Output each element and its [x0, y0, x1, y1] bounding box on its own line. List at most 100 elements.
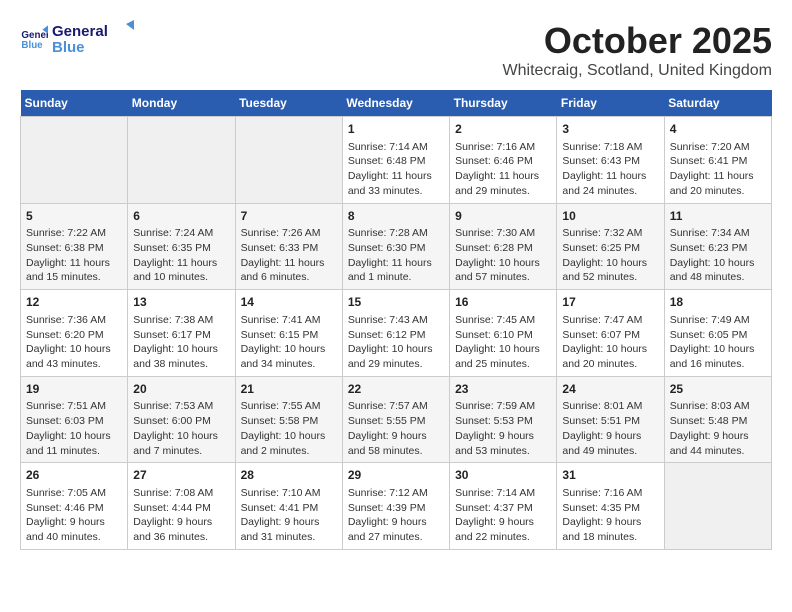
calendar-cell: 6Sunrise: 7:24 AM Sunset: 6:35 PM Daylig…: [128, 203, 235, 290]
day-info: Sunrise: 7:24 AM Sunset: 6:35 PM Dayligh…: [133, 226, 229, 285]
calendar-cell: 22Sunrise: 7:57 AM Sunset: 5:55 PM Dayli…: [342, 376, 449, 463]
day-number: 14: [241, 294, 337, 311]
calendar-cell: 1 Sunrise: 7:14 AM Sunset: 6:48 PM Daylig…: [342, 117, 449, 204]
day-info: Sunrise: 7:49 AM Sunset: 6:05 PM Dayligh…: [670, 313, 766, 372]
calendar-cell: 15 Sunrise: 7:43 AM Sunset: 6:12 PM Dayli…: [342, 290, 449, 377]
calendar-cell: 27 Sunrise: 7:08 AM Sunset: 4:44 PM Dayli…: [128, 463, 235, 550]
title-block: October 2025 Whitecraig, Scotland, Unite…: [503, 20, 772, 80]
day-info: Sunrise: 7:38 AM Sunset: 6:17 PM Dayligh…: [133, 313, 229, 372]
day-info: Sunrise: 8:01 AM Sunset: 5:51 PM Dayligh…: [562, 399, 658, 458]
day-number: 11: [670, 208, 766, 225]
day-info: Sunrise: 7:12 AM Sunset: 4:39 PM Dayligh…: [348, 486, 444, 545]
day-number: 12: [26, 294, 122, 311]
day-info: Sunrise: 8:03 AM Sunset: 5:48 PM Dayligh…: [670, 399, 766, 458]
day-info: Sunrise: 7:08 AM Sunset: 4:44 PM Dayligh…: [133, 486, 229, 545]
calendar-cell: 17 Sunrise: 7:47 AM Sunset: 6:07 PM Dayli…: [557, 290, 664, 377]
day-number: 26: [26, 467, 122, 484]
calendar-cell: 25Sunrise: 8:03 AM Sunset: 5:48 PM Dayli…: [664, 376, 771, 463]
weekday-header-thursday: Thursday: [450, 90, 557, 117]
logo-graphic: General Blue: [52, 20, 142, 56]
day-info: Sunrise: 7:14 AM Sunset: 6:48 PM Dayligh…: [348, 140, 444, 199]
calendar-cell: 28 Sunrise: 7:10 AM Sunset: 4:41 PM Dayli…: [235, 463, 342, 550]
calendar-cell: [664, 463, 771, 550]
calendar-week-3: 12 Sunrise: 7:36 AM Sunset: 6:20 PM Dayli…: [21, 290, 772, 377]
day-number: 20: [133, 381, 229, 398]
day-number: 3: [562, 121, 658, 138]
day-number: 7: [241, 208, 337, 225]
calendar-table: SundayMondayTuesdayWednesdayThursdayFrid…: [20, 90, 772, 550]
day-number: 5: [26, 208, 122, 225]
day-number: 30: [455, 467, 551, 484]
day-info: Sunrise: 7:16 AM Sunset: 4:35 PM Dayligh…: [562, 486, 658, 545]
day-number: 8: [348, 208, 444, 225]
day-number: 16: [455, 294, 551, 311]
svg-text:Blue: Blue: [52, 39, 85, 56]
day-number: 9: [455, 208, 551, 225]
calendar-cell: 26Sunrise: 7:05 AM Sunset: 4:46 PM Dayli…: [21, 463, 128, 550]
day-number: 17: [562, 294, 658, 311]
day-info: Sunrise: 7:59 AM Sunset: 5:53 PM Dayligh…: [455, 399, 551, 458]
day-info: Sunrise: 7:34 AM Sunset: 6:23 PM Dayligh…: [670, 226, 766, 285]
calendar-cell: 5Sunrise: 7:22 AM Sunset: 6:38 PM Daylig…: [21, 203, 128, 290]
calendar-cell: 16 Sunrise: 7:45 AM Sunset: 6:10 PM Dayli…: [450, 290, 557, 377]
calendar-cell: 23Sunrise: 7:59 AM Sunset: 5:53 PM Dayli…: [450, 376, 557, 463]
day-number: 24: [562, 381, 658, 398]
calendar-cell: 8Sunrise: 7:28 AM Sunset: 6:30 PM Daylig…: [342, 203, 449, 290]
weekday-header-monday: Monday: [128, 90, 235, 117]
day-number: 21: [241, 381, 337, 398]
calendar-week-2: 5Sunrise: 7:22 AM Sunset: 6:38 PM Daylig…: [21, 203, 772, 290]
day-number: 25: [670, 381, 766, 398]
month-title: October 2025: [503, 20, 772, 62]
day-info: Sunrise: 7:57 AM Sunset: 5:55 PM Dayligh…: [348, 399, 444, 458]
day-number: 4: [670, 121, 766, 138]
calendar-cell: 20Sunrise: 7:53 AM Sunset: 6:00 PM Dayli…: [128, 376, 235, 463]
day-number: 23: [455, 381, 551, 398]
calendar-cell: [235, 117, 342, 204]
calendar-cell: 24Sunrise: 8:01 AM Sunset: 5:51 PM Dayli…: [557, 376, 664, 463]
day-number: 28: [241, 467, 337, 484]
day-number: 31: [562, 467, 658, 484]
calendar-cell: 4 Sunrise: 7:20 AM Sunset: 6:41 PM Daylig…: [664, 117, 771, 204]
day-info: Sunrise: 7:43 AM Sunset: 6:12 PM Dayligh…: [348, 313, 444, 372]
calendar-cell: 13Sunrise: 7:38 AM Sunset: 6:17 PM Dayli…: [128, 290, 235, 377]
day-info: Sunrise: 7:36 AM Sunset: 6:20 PM Dayligh…: [26, 313, 122, 372]
day-info: Sunrise: 7:51 AM Sunset: 6:03 PM Dayligh…: [26, 399, 122, 458]
svg-text:General: General: [52, 23, 108, 40]
day-info: Sunrise: 7:20 AM Sunset: 6:41 PM Dayligh…: [670, 140, 766, 199]
weekday-header-saturday: Saturday: [664, 90, 771, 117]
day-info: Sunrise: 7:41 AM Sunset: 6:15 PM Dayligh…: [241, 313, 337, 372]
calendar-cell: 14 Sunrise: 7:41 AM Sunset: 6:15 PM Dayli…: [235, 290, 342, 377]
day-number: 10: [562, 208, 658, 225]
day-info: Sunrise: 7:28 AM Sunset: 6:30 PM Dayligh…: [348, 226, 444, 285]
calendar-week-1: 1 Sunrise: 7:14 AM Sunset: 6:48 PM Daylig…: [21, 117, 772, 204]
day-number: 27: [133, 467, 229, 484]
weekday-header-friday: Friday: [557, 90, 664, 117]
day-info: Sunrise: 7:45 AM Sunset: 6:10 PM Dayligh…: [455, 313, 551, 372]
calendar-cell: [128, 117, 235, 204]
day-number: 1: [348, 121, 444, 138]
calendar-cell: 2Sunrise: 7:16 AM Sunset: 6:46 PM Daylig…: [450, 117, 557, 204]
weekday-header-tuesday: Tuesday: [235, 90, 342, 117]
calendar-cell: 19Sunrise: 7:51 AM Sunset: 6:03 PM Dayli…: [21, 376, 128, 463]
calendar-cell: [21, 117, 128, 204]
calendar-header: SundayMondayTuesdayWednesdayThursdayFrid…: [21, 90, 772, 117]
calendar-cell: 30 Sunrise: 7:14 AM Sunset: 4:37 PM Dayli…: [450, 463, 557, 550]
day-info: Sunrise: 7:10 AM Sunset: 4:41 PM Dayligh…: [241, 486, 337, 545]
day-number: 15: [348, 294, 444, 311]
calendar-cell: 21Sunrise: 7:55 AM Sunset: 5:58 PM Dayli…: [235, 376, 342, 463]
logo: General Blue General Blue: [20, 20, 142, 56]
day-info: Sunrise: 7:47 AM Sunset: 6:07 PM Dayligh…: [562, 313, 658, 372]
calendar-cell: 3Sunrise: 7:18 AM Sunset: 6:43 PM Daylig…: [557, 117, 664, 204]
calendar-week-5: 26Sunrise: 7:05 AM Sunset: 4:46 PM Dayli…: [21, 463, 772, 550]
calendar-cell: 7Sunrise: 7:26 AM Sunset: 6:33 PM Daylig…: [235, 203, 342, 290]
svg-text:Blue: Blue: [21, 40, 43, 51]
calendar-cell: 29 Sunrise: 7:12 AM Sunset: 4:39 PM Dayli…: [342, 463, 449, 550]
calendar-cell: 31 Sunrise: 7:16 AM Sunset: 4:35 PM Dayli…: [557, 463, 664, 550]
calendar-cell: 12 Sunrise: 7:36 AM Sunset: 6:20 PM Dayli…: [21, 290, 128, 377]
weekday-header-wednesday: Wednesday: [342, 90, 449, 117]
page-header: General Blue General Blue October 2025 W…: [20, 20, 772, 80]
day-number: 29: [348, 467, 444, 484]
day-info: Sunrise: 7:14 AM Sunset: 4:37 PM Dayligh…: [455, 486, 551, 545]
weekday-header-row: SundayMondayTuesdayWednesdayThursdayFrid…: [21, 90, 772, 117]
calendar-cell: 11Sunrise: 7:34 AM Sunset: 6:23 PM Dayli…: [664, 203, 771, 290]
